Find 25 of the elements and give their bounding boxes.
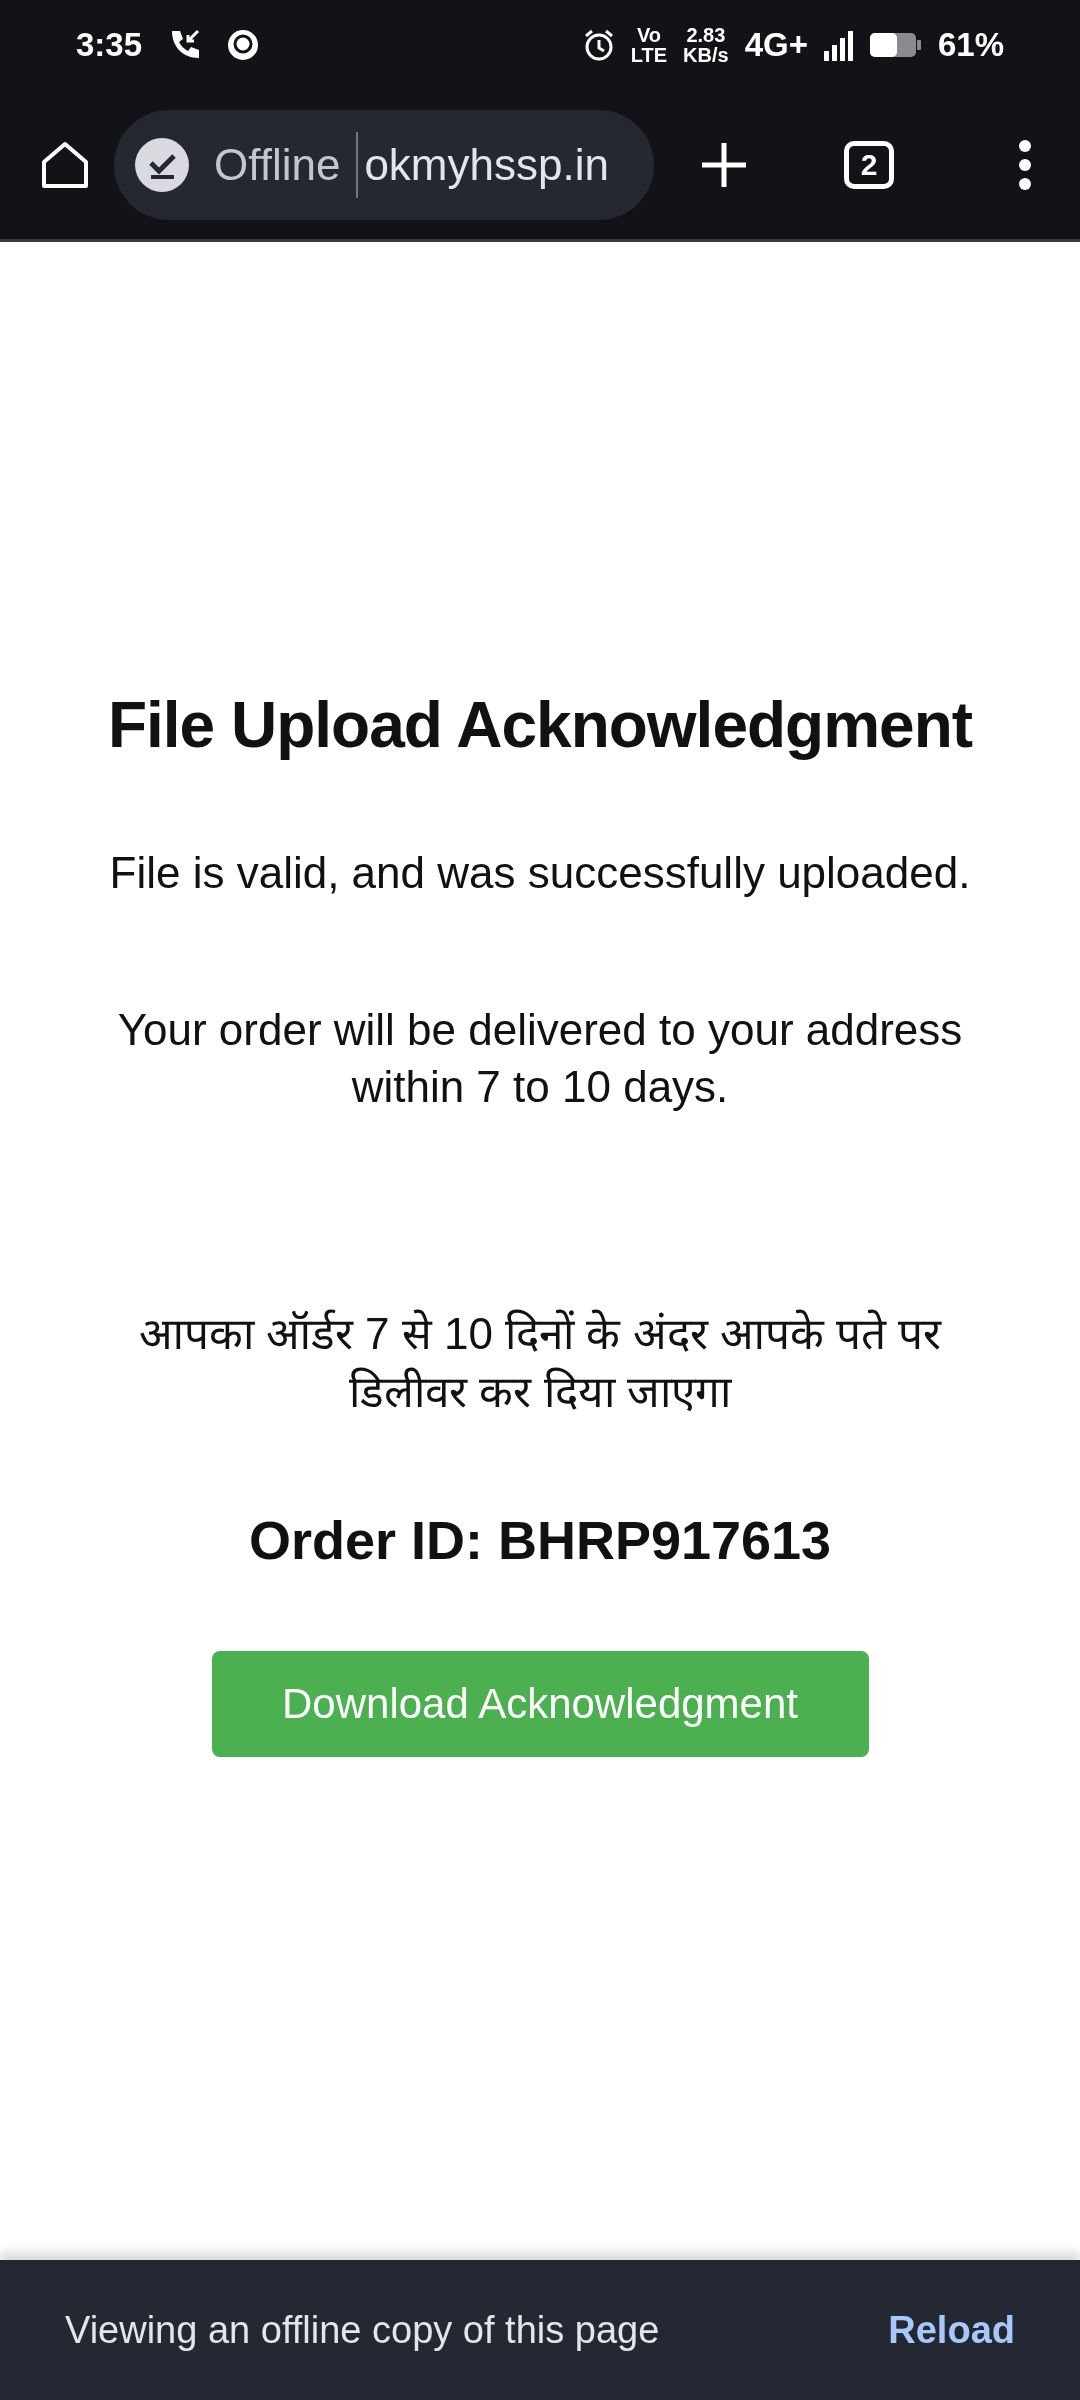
address-bar[interactable]: Offline okmyhssp.in	[114, 109, 654, 220]
offline-check-icon	[134, 136, 190, 193]
offline-label: Offline	[214, 138, 341, 191]
page-title: File Upload Acknowledgment	[106, 688, 974, 763]
battery-icon	[869, 31, 922, 59]
network-type: 4G+	[744, 25, 808, 66]
network-speed: 2.83	[685, 25, 727, 45]
battery-percent: 61%	[937, 25, 1004, 66]
paragraph: आपका ऑर्डर 7 से 10 दिनों के अंदर आपके पते पर डिलीवर कर दिया जाएगा	[137, 1308, 943, 1418]
url-text: okmyhssp.in	[356, 131, 609, 198]
network-speed-unit: KB/s	[683, 45, 729, 65]
paragraph: Your order will be delivered to your address within 7 to 10 days.	[116, 1004, 964, 1114]
home-icon[interactable]	[40, 139, 90, 190]
paragraph: File is valid, and was successfully uploaded.	[108, 846, 972, 899]
volte-label: LTE	[630, 45, 668, 65]
alarm-clock-icon	[582, 29, 615, 61]
signal-bars-icon	[823, 29, 854, 61]
more-menu-icon[interactable]	[1018, 139, 1032, 190]
plus-icon[interactable]	[700, 140, 748, 189]
tab-count-button[interactable]: 2	[844, 140, 894, 189]
order-id: Order ID: BHRP917613	[247, 1508, 833, 1572]
clock-time: 3:35	[76, 25, 143, 66]
snackbar-message: Viewing an offline copy of this page	[65, 2307, 660, 2353]
volte-label: Vo	[635, 25, 662, 45]
reload-link[interactable]: Reload	[888, 2301, 1015, 2359]
